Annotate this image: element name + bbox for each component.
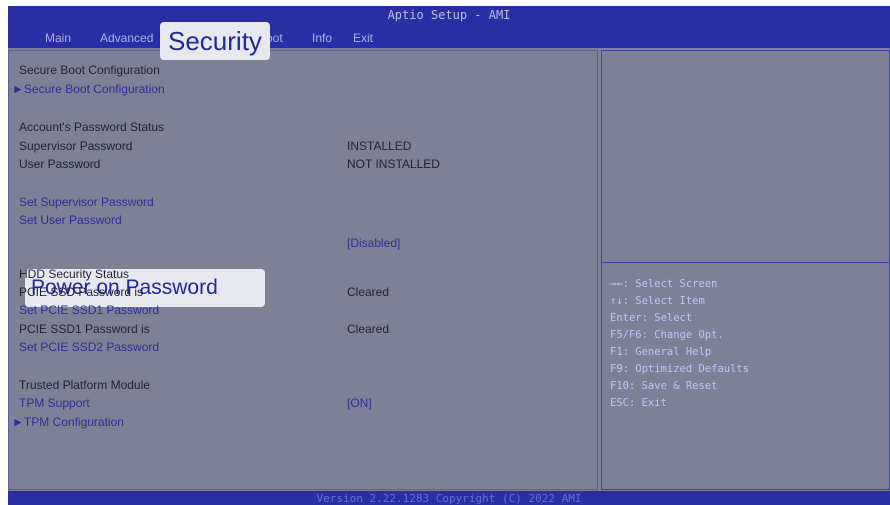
supervisor-password-value: INSTALLED [347,139,412,153]
help-enter-select: Enter: Select [610,312,693,324]
power-on-password-value[interactable]: [Disabled] [347,236,400,250]
header-bar: Aptio Setup - AMI Main Advanced oot Info… [8,6,890,48]
help-select-screen: →←: Select Screen [610,278,718,290]
tpm-configuration-submenu[interactable]: ►TPM Configuration [12,415,124,429]
account-status-heading: Account's Password Status [19,120,165,134]
help-save-reset: F10: Save & Reset [610,380,718,392]
secure-boot-submenu[interactable]: ►Secure Boot Configuration [12,82,165,96]
bios-screen: Aptio Setup - AMI Main Advanced oot Info… [8,6,890,505]
user-password-value: NOT INSTALLED [347,157,440,171]
tab-bar: Main Advanced oot Info Exit [8,28,890,48]
help-divider [602,262,889,263]
version-text: Version 2.22.1283 Copyright (C) 2022 AMI [316,492,582,505]
app-title: Aptio Setup - AMI [387,8,511,22]
pcie-ssd1-password-label: PCIE SSD1 Password is [19,322,150,336]
supervisor-password-label: Supervisor Password [19,139,133,153]
tpm-configuration-link: TPM Configuration [23,415,124,429]
help-select-item: ↑↓: Select Item [610,295,705,307]
tab-advanced[interactable]: Advanced [100,31,153,45]
tab-main[interactable]: Main [45,31,71,45]
pcie-ssd-password-value: Cleared [347,285,390,299]
secure-boot-heading: Secure Boot Configuration [19,63,160,77]
footer-bar: Version 2.22.1283 Copyright (C) 2022 AMI [8,491,890,505]
submenu-arrow-icon: ► [12,415,24,429]
secure-boot-config-link: Secure Boot Configuration [23,82,165,96]
help-pane: →←: Select Screen ↑↓: Select Item Enter:… [601,50,890,490]
set-user-password-item[interactable]: Set User Password [19,213,122,227]
pcie-ssd1-password-value: Cleared [347,322,390,336]
help-general-help: F1: General Help [610,346,712,358]
user-password-label: User Password [19,157,101,171]
tpm-heading: Trusted Platform Module [19,378,150,392]
tab-info[interactable]: Info [312,31,332,45]
tpm-support-label[interactable]: TPM Support [19,396,90,410]
set-pcie-ssd1-password-item[interactable]: Set PCIE SSD1 Password [19,303,159,317]
submenu-arrow-icon: ► [12,82,24,96]
tab-exit[interactable]: Exit [353,31,373,45]
tpm-support-value[interactable]: [ON] [347,396,372,410]
tab-security[interactable]: Security [160,22,270,60]
settings-pane: Secure Boot Configuration ►Secure Boot C… [8,50,598,490]
help-exit: ESC: Exit [610,397,667,409]
hdd-security-heading: HDD Security Status [19,267,130,281]
set-supervisor-password-item[interactable]: Set Supervisor Password [19,195,154,209]
set-pcie-ssd2-password-item[interactable]: Set PCIE SSD2 Password [19,340,159,354]
pcie-ssd-password-label: PCIE SSD Password is [19,285,144,299]
help-optimized-defaults: F9: Optimized Defaults [610,363,750,375]
help-change-opt: F5/F6: Change Opt. [610,329,724,341]
